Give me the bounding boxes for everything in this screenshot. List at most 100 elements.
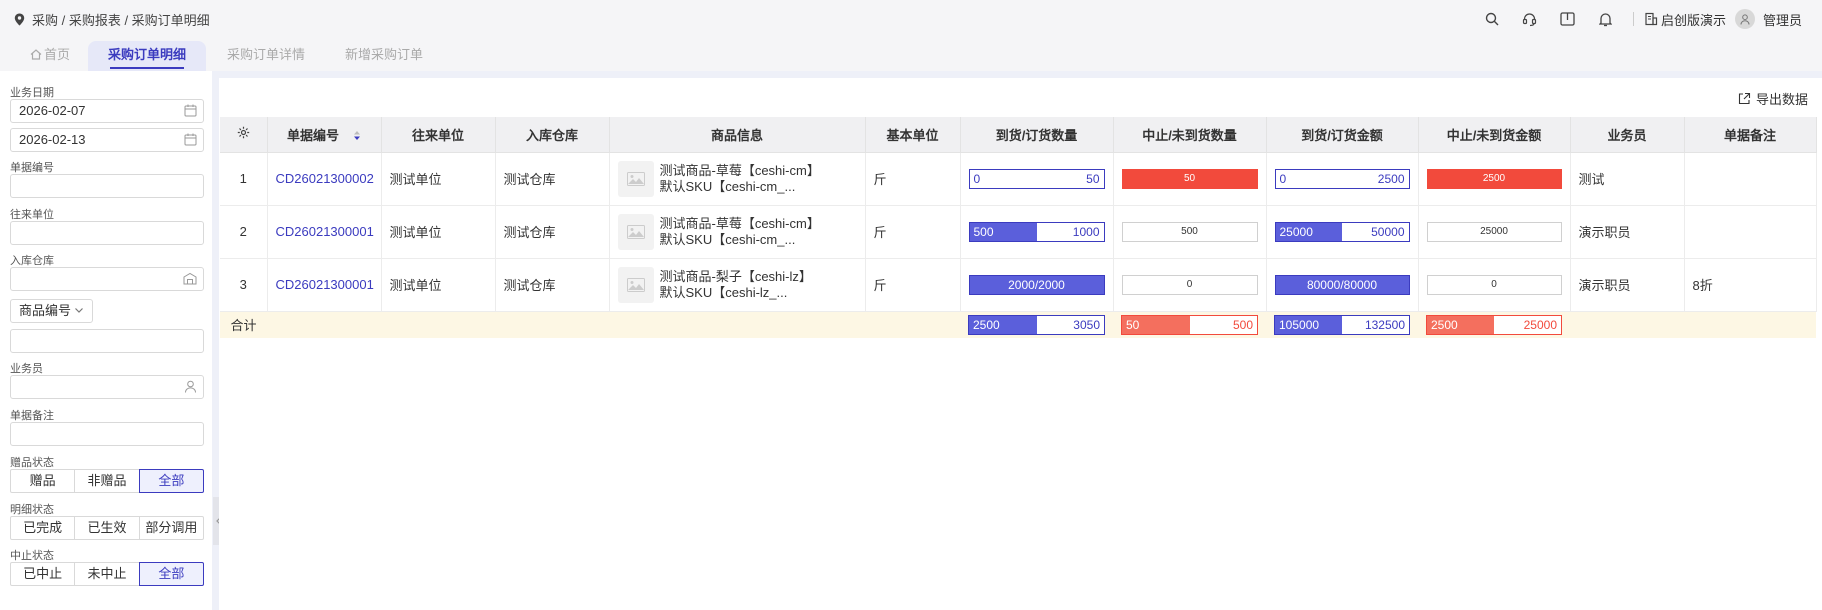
headset-icon[interactable] (1521, 10, 1539, 28)
qty-arrived: 500 (973, 224, 994, 239)
total-row: 合计 2500 3050 50 500 105000 132500 2500 25000 (220, 311, 1816, 338)
order-no-text[interactable]: CD26021300001 (276, 277, 374, 292)
partner-cell: 测试单位 (381, 152, 496, 206)
warehouse-label: 入库仓库 (10, 255, 54, 267)
order-no-text[interactable]: CD26021300002 (276, 171, 374, 186)
detail-status-label: 明细状态 (10, 504, 54, 516)
export-button[interactable]: 导出数据 (1738, 89, 1808, 108)
amt-progress-bar: 25000 50000 (1274, 221, 1410, 242)
qty-progress-cell: 500 1000 (960, 205, 1114, 259)
stop-status-label: 中止状态 (10, 550, 54, 562)
total-stop-amt-b: 25000 (1523, 317, 1557, 332)
salesman-cell: 演示职员 (1570, 205, 1685, 259)
amt-stop: 2500 (1482, 172, 1506, 184)
salesman-cell: 测试 (1570, 152, 1685, 206)
product-cell: 测试商品-草莓【ceshi-cm】 默认SKU【ceshi-cm_... (609, 205, 866, 259)
qty-full: 2000/2000 (1008, 277, 1065, 292)
remark-cell (1684, 205, 1817, 259)
date-from-value: 2026-02-07 (19, 103, 86, 118)
tab-label: 新增采购订单 (344, 47, 423, 62)
partner-label: 往来单位 (10, 209, 54, 221)
gift-option-nongift[interactable]: 非赠品 (74, 469, 140, 493)
bell-icon[interactable] (1597, 10, 1615, 28)
detail-option-done[interactable]: 已完成 (10, 516, 76, 540)
product-cell: 测试商品-梨子【ceshi-lz】 默认SKU【ceshi-lz_... (609, 258, 866, 312)
detail-option-partial[interactable]: 部分调用 (138, 516, 204, 540)
total-qty-arrived: 2500 (973, 317, 1000, 332)
qty-stop: 500 (1181, 225, 1198, 237)
stop-option-stopped[interactable]: 已中止 (10, 562, 76, 586)
tab-purchase-order-info[interactable]: 采购订单详情 (212, 41, 320, 71)
date-to-input[interactable]: 2026-02-13 (10, 128, 204, 152)
qty-stop: 0 (1186, 278, 1193, 290)
column-label: 单据编号 (286, 127, 339, 143)
image-placeholder-icon (617, 160, 654, 197)
qty-progress-cell: 2000/2000 (960, 258, 1114, 312)
date-from-input[interactable]: 2026-02-07 (10, 99, 204, 123)
table-row[interactable]: 2 CD26021300001 测试单位 测试仓库 测试商品-草莓【ceshi-… (220, 205, 1817, 259)
warehouse-input[interactable] (10, 267, 204, 291)
search-icon[interactable] (1483, 10, 1501, 28)
qty-progress-bar: 2000/2000 (968, 274, 1105, 295)
product-input[interactable] (10, 329, 204, 353)
stop-option-all[interactable]: 全部 (138, 562, 204, 586)
tab-home[interactable]: 首页 (12, 41, 88, 71)
remark-cell: 8折 (1684, 258, 1817, 312)
order-no-input[interactable] (10, 174, 204, 198)
org-switcher[interactable]: 启创版演示 (1644, 10, 1726, 29)
breadcrumb: 采购 / 采购报表 / 采购订单明细 (14, 10, 210, 29)
column-order-no[interactable]: 单据编号 (267, 117, 382, 153)
remark-input[interactable] (10, 422, 204, 446)
qty-stop-cell: 0 (1113, 258, 1267, 312)
filter-sidebar: 业务日期 2026-02-07 2026-02-13 单据编号 往来单位 入库仓… (0, 71, 212, 610)
order-no-text[interactable]: CD26021300001 (276, 224, 374, 239)
person-icon (185, 380, 196, 393)
book-icon[interactable] (1559, 10, 1577, 28)
warehouse-cell: 测试仓库 (495, 205, 610, 259)
tab-bar: 首页 采购订单明细 采购订单详情 新增采购订单 (0, 38, 1822, 71)
tab-new-purchase-order[interactable]: 新增采购订单 (330, 41, 438, 71)
stop-option-notstopped[interactable]: 未中止 (74, 562, 140, 586)
user-name[interactable]: 管理员 (1763, 10, 1802, 29)
order-no-link[interactable]: CD26021300001 (267, 205, 382, 259)
sort-icon[interactable] (353, 130, 361, 141)
amt-progress-cell: 25000 50000 (1266, 205, 1419, 259)
order-no-link[interactable]: CD26021300002 (267, 152, 382, 206)
column-settings-header[interactable] (220, 117, 268, 153)
main-panel: 导出数据 单据编号 往来单位 入库仓库 商品信息 基本单位 到货/订货数量 中止… (219, 78, 1822, 610)
product-field-select[interactable]: 商品编号 (10, 299, 93, 323)
image-placeholder-icon (617, 213, 654, 250)
table-row[interactable]: 3 CD26021300001 测试单位 测试仓库 测试商品-梨子【ceshi-… (220, 258, 1817, 312)
tab-purchase-order-detail[interactable]: 采购订单明细 (88, 41, 206, 71)
qty-stop-bar: 50 (1121, 168, 1258, 189)
order-no-link[interactable]: CD26021300001 (267, 258, 382, 312)
amt-stop-bar: 25000 (1426, 221, 1562, 242)
remark-label: 单据备注 (10, 410, 54, 422)
amt-progress-bar: 0 2500 (1274, 168, 1410, 189)
avatar[interactable] (1734, 9, 1755, 29)
unit-cell: 斤 (865, 205, 961, 259)
header-divider (1632, 12, 1634, 26)
gift-option-gift[interactable]: 赠品 (10, 469, 76, 493)
product-cell: 测试商品-草莓【ceshi-cm】 默认SKU【ceshi-cm_... (609, 152, 866, 206)
product-name: 测试商品-草莓【ceshi-cm】 (659, 162, 820, 178)
total-stop-qty-a: 50 (1126, 317, 1140, 332)
unit-cell: 斤 (865, 258, 961, 312)
amt-stop: 0 (1491, 278, 1497, 290)
amt-arrived: 25000 (1279, 224, 1313, 239)
table-row[interactable]: 1 CD26021300002 测试单位 测试仓库 测试商品-草莓【ceshi-… (220, 152, 1817, 206)
total-stop-amt-a: 2500 (1431, 317, 1458, 332)
qty-stop-bar: 500 (1121, 221, 1258, 242)
column-unit: 基本单位 (865, 117, 961, 153)
qty-stop: 50 (1183, 172, 1196, 184)
amt-progress-cell: 80000/80000 (1266, 258, 1419, 312)
gift-option-all[interactable]: 全部 (138, 469, 204, 493)
total-stop-qty-b: 500 (1232, 317, 1253, 332)
qty-progress-bar: 0 50 (968, 168, 1105, 189)
qty-ordered: 1000 (1072, 224, 1100, 239)
qty-ordered: 50 (1086, 171, 1100, 186)
product-sku: 默认SKU【ceshi-lz_... (659, 284, 788, 300)
detail-option-effective[interactable]: 已生效 (74, 516, 140, 540)
partner-input[interactable] (10, 221, 204, 245)
salesman-input[interactable] (10, 375, 204, 399)
